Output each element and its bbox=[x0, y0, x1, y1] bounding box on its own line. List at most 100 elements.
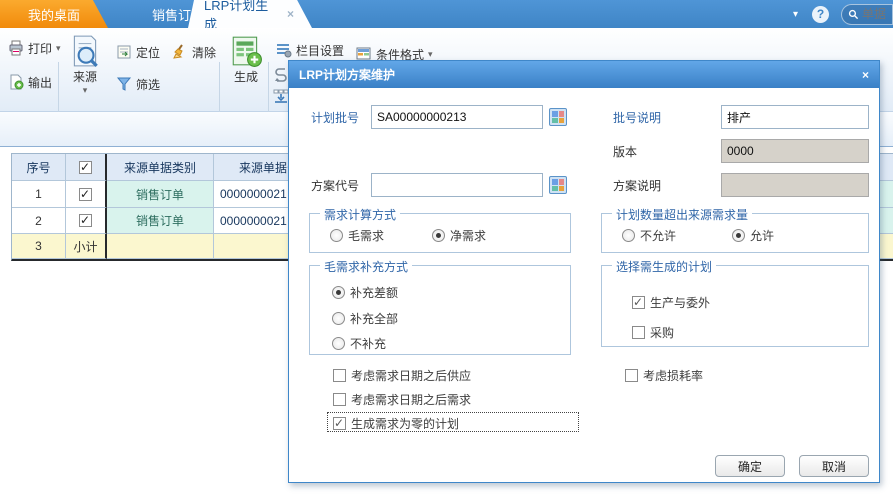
header-seq[interactable]: 序号 bbox=[12, 154, 66, 181]
radio-label: 允许 bbox=[750, 227, 774, 244]
column-settings-icon bbox=[276, 42, 292, 58]
generate-button[interactable]: 生成 bbox=[224, 34, 268, 85]
cell-subtotal-label: 小计 bbox=[66, 234, 107, 259]
plan-batch-label: 计划批号 bbox=[311, 109, 359, 126]
help-icon[interactable]: ? bbox=[812, 6, 829, 23]
cell-select[interactable] bbox=[66, 208, 107, 234]
batch-desc-input[interactable] bbox=[721, 105, 869, 129]
output-label: 输出 bbox=[28, 74, 52, 91]
tab-label: 我的桌面 bbox=[28, 5, 80, 24]
dialog-title-bar[interactable]: LRP计划方案维护 × bbox=[289, 61, 879, 88]
broom-icon bbox=[172, 44, 188, 60]
chevron-down-icon[interactable]: ▾ bbox=[793, 9, 798, 20]
checkbox-icon bbox=[333, 369, 346, 382]
group-title: 需求计算方式 bbox=[320, 206, 400, 223]
clear-label: 清除 bbox=[192, 44, 216, 61]
clear-button[interactable]: 清除 bbox=[168, 40, 220, 64]
radio-icon bbox=[332, 337, 345, 350]
header-source-type[interactable]: 来源单据类别 bbox=[107, 154, 214, 181]
scheme-desc-label: 方案说明 bbox=[613, 177, 661, 194]
locate-button[interactable]: 定位 bbox=[112, 40, 164, 64]
radio-supplement-all[interactable]: 补充全部 bbox=[332, 310, 398, 327]
output-button[interactable]: 输出 bbox=[4, 70, 56, 94]
group-title: 计划数量超出来源需求量 bbox=[612, 206, 752, 223]
radio-label: 不允许 bbox=[640, 227, 676, 244]
group-plans-to-generate: 选择需生成的计划 生产与委外 采购 bbox=[601, 265, 869, 347]
funnel-icon bbox=[116, 76, 132, 92]
radio-icon bbox=[332, 312, 345, 325]
chevron-down-icon: ▾ bbox=[56, 43, 61, 54]
close-tab-icon[interactable]: × bbox=[287, 7, 294, 21]
cell-source-type bbox=[107, 234, 214, 259]
curve-arrow-icon[interactable] bbox=[273, 66, 289, 82]
print-label: 打印 bbox=[28, 40, 52, 57]
source-doc-magnifier-icon bbox=[68, 34, 102, 68]
radio-gross-demand[interactable]: 毛需求 bbox=[330, 227, 384, 244]
checkbox-icon bbox=[333, 417, 346, 430]
radio-label: 补充差额 bbox=[350, 284, 398, 301]
tab-lrp-plan-generation[interactable]: LRP计划生成 × bbox=[188, 0, 312, 28]
generate-grid-icon bbox=[229, 34, 263, 68]
radio-net-demand[interactable]: 净需求 bbox=[432, 227, 486, 244]
radio-icon bbox=[432, 229, 445, 242]
app-window: 我的桌面 销售订单 LRP计划生成 × ▾ ? bbox=[0, 0, 893, 503]
version-label: 版本 bbox=[613, 143, 637, 160]
filter-button[interactable]: 筛选 bbox=[112, 72, 164, 96]
locate-label: 定位 bbox=[136, 44, 160, 61]
radio-label: 补充全部 bbox=[350, 310, 398, 327]
lrp-plan-scheme-dialog: LRP计划方案维护 × 计划批号 批号说明 版本 方案代号 方案说明 需求计算方… bbox=[288, 60, 880, 483]
checkbox-label: 考虑需求日期之后供应 bbox=[351, 367, 471, 384]
column-settings-button[interactable]: 栏目设置 bbox=[272, 38, 348, 62]
checkbox-zero-demand-plan[interactable]: 生成需求为零的计划 bbox=[333, 415, 459, 432]
plan-batch-input[interactable] bbox=[371, 105, 543, 129]
close-dialog-icon[interactable]: × bbox=[862, 68, 869, 82]
checkbox-demand-after-date[interactable]: 考虑需求日期之后需求 bbox=[333, 391, 471, 408]
batch-desc-label: 批号说明 bbox=[613, 109, 661, 126]
print-button[interactable]: 打印 ▾ bbox=[4, 36, 65, 60]
checkbox-icon bbox=[333, 393, 346, 406]
row-checkbox[interactable] bbox=[79, 214, 92, 227]
radio-label: 毛需求 bbox=[348, 227, 384, 244]
cell-select[interactable] bbox=[66, 181, 107, 208]
cancel-button[interactable]: 取消 bbox=[799, 455, 869, 477]
radio-label: 不补充 bbox=[350, 335, 386, 352]
header-select-all[interactable] bbox=[66, 154, 107, 181]
ok-button[interactable]: 确定 bbox=[715, 455, 785, 477]
radio-icon bbox=[622, 229, 635, 242]
filter-label: 筛选 bbox=[136, 76, 160, 93]
group-exceed-demand: 计划数量超出来源需求量 不允许 允许 bbox=[601, 213, 869, 253]
checkbox-label: 采购 bbox=[650, 324, 674, 341]
source-label: 来源 bbox=[73, 68, 97, 85]
tab-my-desktop[interactable]: 我的桌面 bbox=[0, 0, 108, 28]
generate-label: 生成 bbox=[234, 68, 258, 85]
group-title: 毛需求补充方式 bbox=[320, 258, 412, 275]
scheme-code-input[interactable] bbox=[371, 173, 543, 197]
layout-boxes-icon[interactable] bbox=[273, 88, 289, 104]
plan-batch-lookup-icon[interactable] bbox=[549, 108, 567, 126]
search-box[interactable] bbox=[841, 4, 893, 25]
checkbox-label: 生成需求为零的计划 bbox=[351, 415, 459, 432]
search-input[interactable] bbox=[862, 7, 893, 21]
printer-icon bbox=[8, 40, 24, 56]
select-all-checkbox[interactable] bbox=[79, 161, 92, 174]
column-settings-label: 栏目设置 bbox=[296, 42, 344, 59]
cell-seq: 2 bbox=[12, 208, 66, 234]
checkbox-icon bbox=[632, 296, 645, 309]
radio-icon bbox=[330, 229, 343, 242]
checkbox-production-outsourcing[interactable]: 生产与委外 bbox=[632, 294, 710, 311]
version-input bbox=[721, 139, 869, 163]
radio-not-allowed[interactable]: 不允许 bbox=[622, 227, 676, 244]
radio-supplement-difference[interactable]: 补充差额 bbox=[332, 284, 398, 301]
radio-allowed[interactable]: 允许 bbox=[732, 227, 774, 244]
scheme-code-lookup-icon[interactable] bbox=[549, 176, 567, 194]
radio-no-supplement[interactable]: 不补充 bbox=[332, 335, 386, 352]
cell-seq: 1 bbox=[12, 181, 66, 208]
checkbox-loss-rate[interactable]: 考虑损耗率 bbox=[625, 367, 703, 384]
checkbox-purchase[interactable]: 采购 bbox=[632, 324, 674, 341]
checkbox-supply-after-date[interactable]: 考虑需求日期之后供应 bbox=[333, 367, 471, 384]
source-button[interactable]: 来源 ▾ bbox=[62, 34, 108, 96]
checkbox-label: 考虑损耗率 bbox=[643, 367, 703, 384]
row-checkbox[interactable] bbox=[79, 188, 92, 201]
chevron-down-icon: ▾ bbox=[428, 49, 433, 60]
group-calc-method: 需求计算方式 毛需求 净需求 bbox=[309, 213, 571, 253]
